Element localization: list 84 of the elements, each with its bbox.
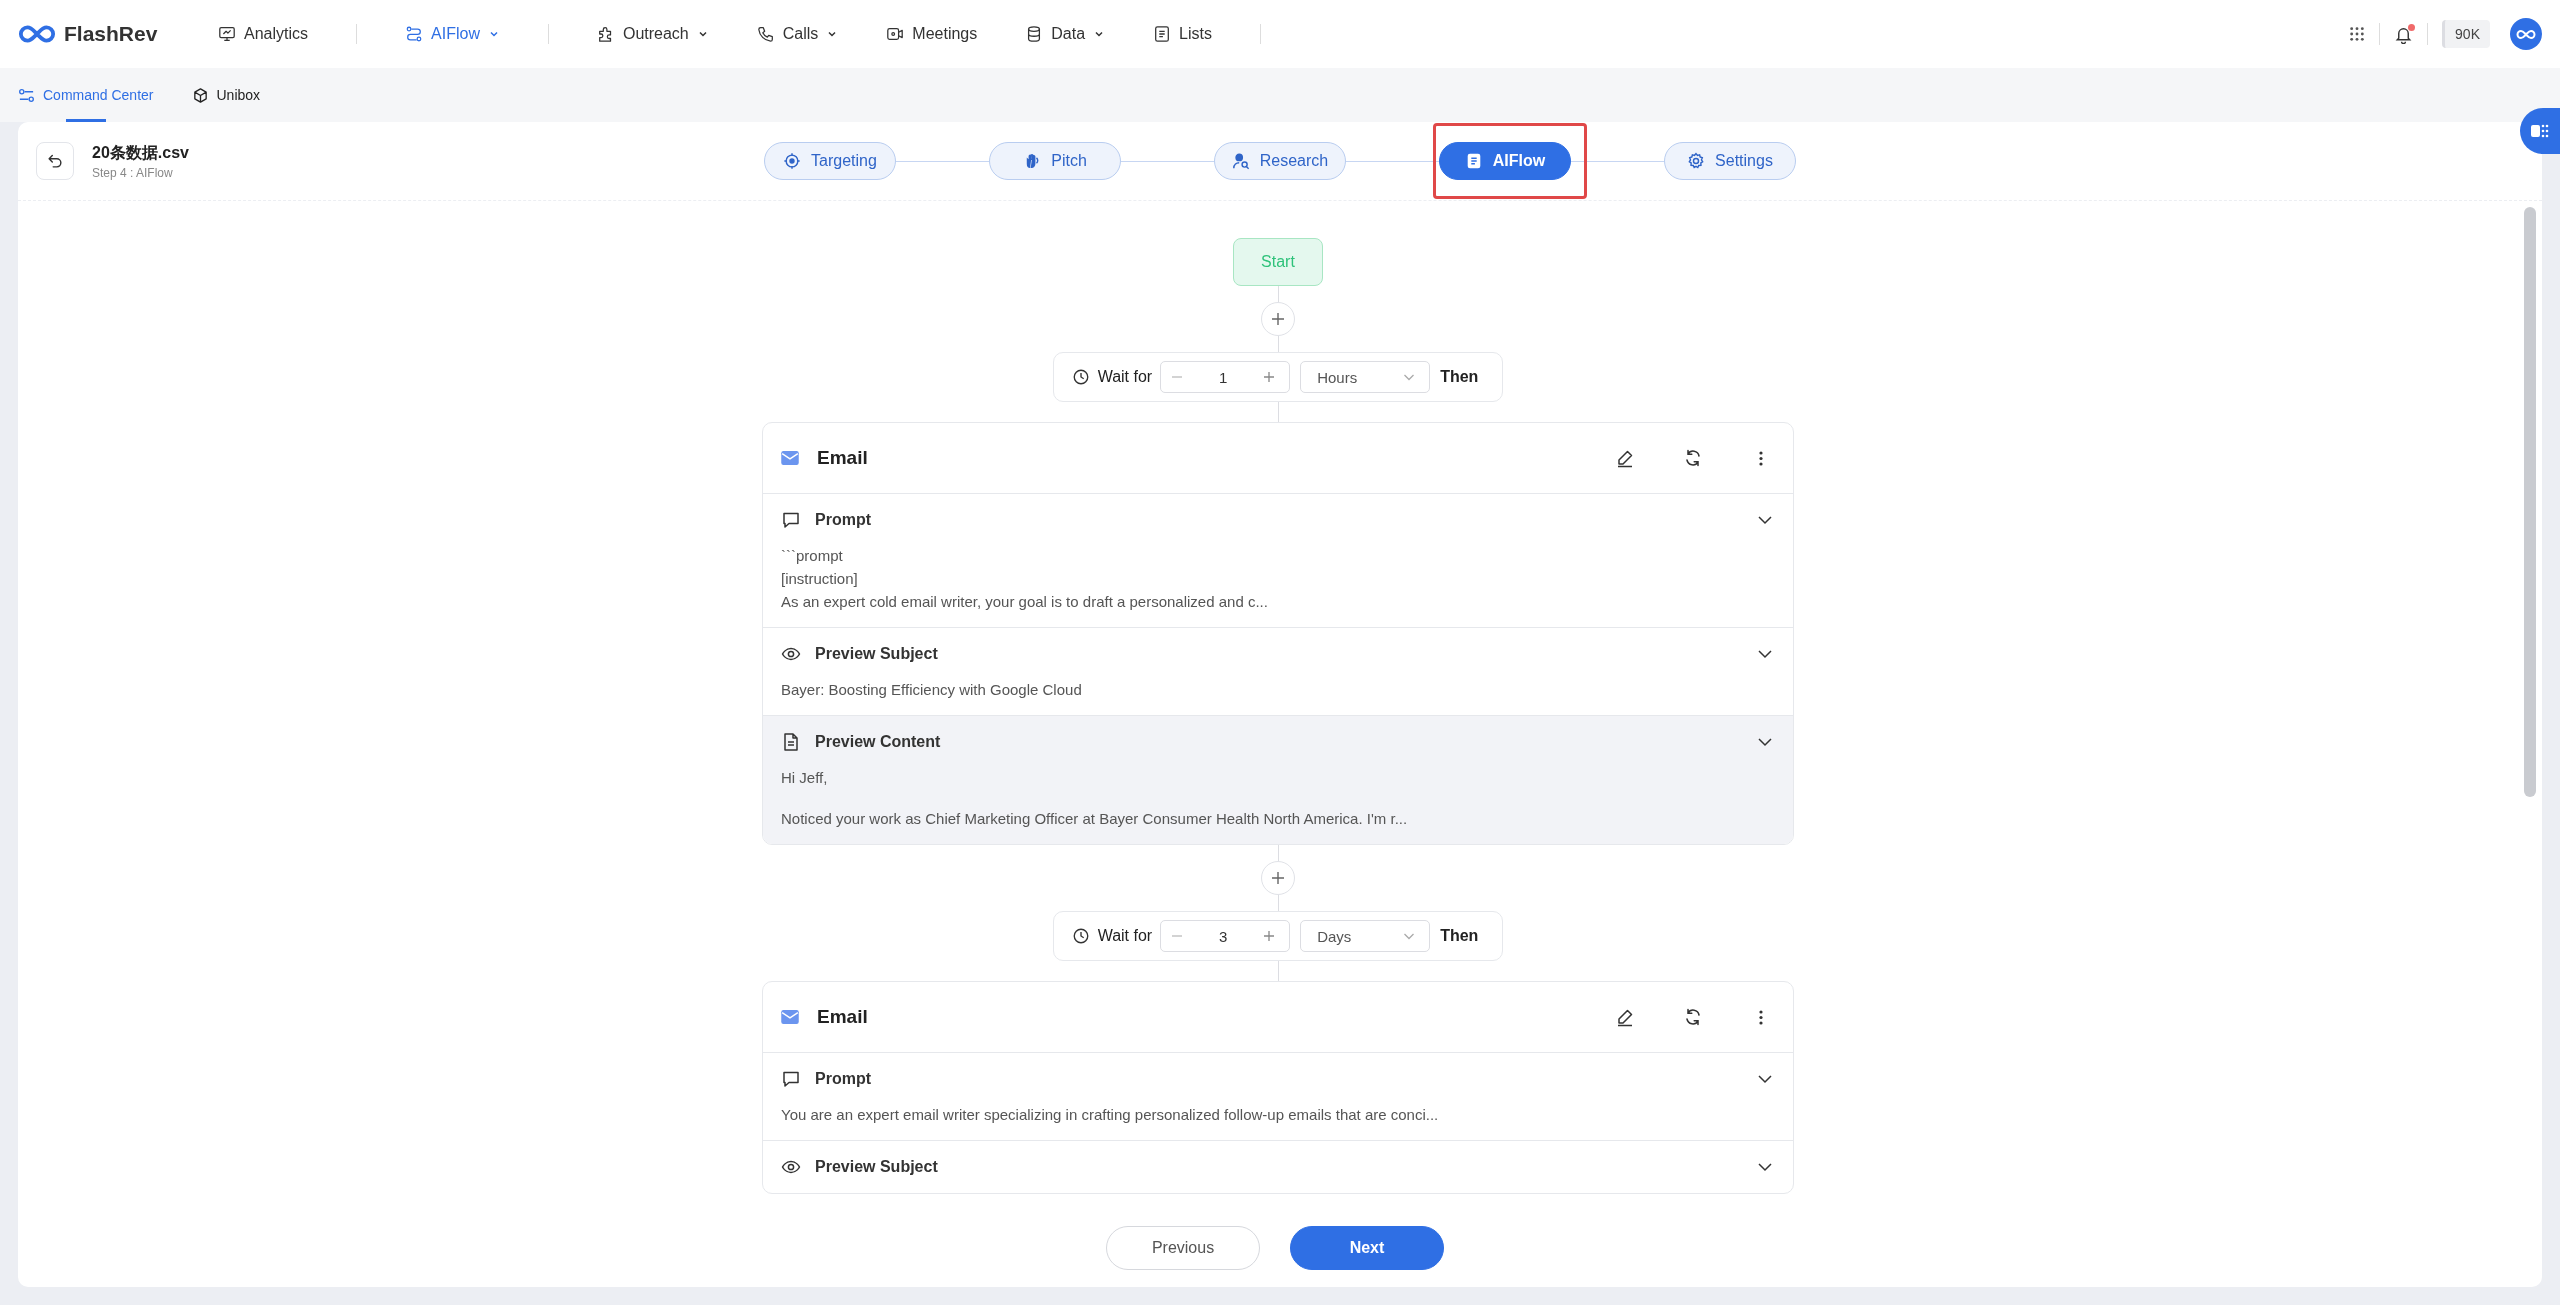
- next-button[interactable]: Next: [1290, 1226, 1444, 1270]
- avatar-button[interactable]: [2510, 18, 2542, 50]
- brand-name: FlashRev: [64, 22, 158, 46]
- target-icon: [783, 152, 802, 170]
- section-title: Preview Content: [815, 733, 941, 751]
- email-section[interactable]: Prompt ```prompt [instruction] As an expert cold email writer, your goal is to draft a personalized and c...: [763, 494, 1793, 628]
- nav-item[interactable]: AIFlow: [405, 25, 500, 43]
- section-title: Preview Subject: [815, 645, 938, 663]
- envelope-icon: [781, 1010, 799, 1024]
- phone-icon: [756, 25, 775, 43]
- nav-item[interactable]: Meetings: [886, 25, 978, 43]
- section-text: Bayer: Boosting Efficiency with Google Cloud: [781, 680, 1082, 700]
- plus-icon: [1270, 311, 1286, 327]
- speech-bubble-icon: [781, 510, 801, 530]
- email-title: Email: [817, 447, 868, 469]
- start-node: Start: [1233, 238, 1323, 286]
- list-icon: [1153, 25, 1172, 43]
- file-name: 20条数据.csv: [92, 142, 189, 163]
- previous-button[interactable]: Previous: [1106, 1226, 1260, 1270]
- add-step-button[interactable]: [1261, 861, 1295, 895]
- step-tab[interactable]: Research: [1214, 142, 1346, 180]
- nav-item[interactable]: Lists: [1153, 25, 1212, 43]
- refresh-icon: [1683, 448, 1703, 468]
- back-button[interactable]: [36, 142, 74, 180]
- speech-bubble-icon: [781, 1069, 801, 1089]
- unit-select[interactable]: Hours: [1300, 361, 1431, 393]
- section-text: ```prompt: [781, 546, 843, 566]
- section-text: As an expert cold email writer, your goal is to draft a personalized and c...: [781, 592, 1268, 612]
- section-text: Noticed your work as Chief Marketing Officer at Bayer Consumer Health North America. I'm r...: [781, 809, 1408, 829]
- pencil-icon: [1615, 448, 1635, 468]
- number-input[interactable]: 3: [1193, 927, 1254, 945]
- section-text: Hi Jeff,: [781, 768, 828, 788]
- nav-item[interactable]: Data: [1025, 25, 1106, 43]
- number-stepper[interactable]: 3: [1160, 920, 1291, 952]
- step-tab[interactable]: AIFlow: [1439, 142, 1571, 180]
- subnav-tab[interactable]: Command Center: [18, 68, 154, 122]
- section-title: Prompt: [815, 1070, 871, 1088]
- number-input[interactable]: 1: [1193, 368, 1254, 386]
- email-section[interactable]: Prompt You are an expert email writer specializing in crafting personalized follow-up emails that are conci...: [763, 1053, 1793, 1141]
- undo-arrow-icon: [46, 152, 64, 170]
- then-label: Then: [1440, 368, 1479, 386]
- credits-badge: 90K: [2442, 20, 2490, 48]
- step-caption: Step 4 : AIFlow: [92, 165, 174, 180]
- step-tab[interactable]: Targeting: [764, 142, 896, 180]
- subnav-tab[interactable]: Unibox: [191, 68, 261, 122]
- email-title: Email: [817, 1006, 868, 1028]
- cube-icon: [191, 86, 209, 104]
- section-text: You are an expert email writer specializing in crafting personalized follow-up emails that are conci...: [781, 1105, 1439, 1125]
- wait-label: Wait for: [1097, 368, 1153, 386]
- settings-icon: [1687, 152, 1706, 170]
- pencil-icon: [1615, 1007, 1635, 1027]
- clock-icon: [1071, 368, 1090, 386]
- nav-item[interactable]: Outreach: [596, 25, 709, 43]
- infinity-icon: [2516, 28, 2536, 40]
- dial-pad-icon[interactable]: [2349, 26, 2366, 42]
- more-vertical-icon: [1759, 1009, 1763, 1025]
- envelope-icon: [781, 451, 799, 465]
- step-tab[interactable]: Pitch: [989, 142, 1121, 180]
- section-title: Prompt: [815, 511, 871, 529]
- minus-icon: [1172, 935, 1183, 937]
- number-stepper[interactable]: 1: [1160, 361, 1291, 393]
- nav-item[interactable]: Analytics: [218, 25, 309, 43]
- wait-label: Wait for: [1097, 927, 1153, 945]
- infinity-logo-icon: [18, 24, 56, 44]
- route-icon: [405, 25, 424, 43]
- more-vertical-icon: [1759, 450, 1763, 466]
- unit-select[interactable]: Days: [1300, 920, 1431, 952]
- video-icon: [886, 25, 905, 43]
- step-tab[interactable]: Settings: [1664, 142, 1796, 180]
- email-section[interactable]: Preview Content Hi Jeff, Noticed your work as Chief Marketing Officer at Bayer Consumer Health North America. I'm r...: [763, 716, 1793, 844]
- add-step-button[interactable]: [1261, 302, 1295, 336]
- section-text: [instruction]: [781, 569, 858, 589]
- monitor-icon: [218, 25, 236, 43]
- person-search-icon: [1231, 152, 1250, 170]
- refresh-icon: [1683, 1007, 1703, 1027]
- then-label: Then: [1440, 927, 1479, 945]
- plus-icon: [1270, 870, 1286, 886]
- minus-icon: [1172, 376, 1183, 378]
- email-section[interactable]: Preview Subject: [763, 1141, 1793, 1193]
- sliders-icon: [18, 86, 35, 104]
- section-title: Preview Subject: [815, 1158, 938, 1176]
- nav-item[interactable]: Calls: [756, 25, 839, 43]
- clock-icon: [1071, 927, 1090, 945]
- document-icon: [781, 732, 801, 752]
